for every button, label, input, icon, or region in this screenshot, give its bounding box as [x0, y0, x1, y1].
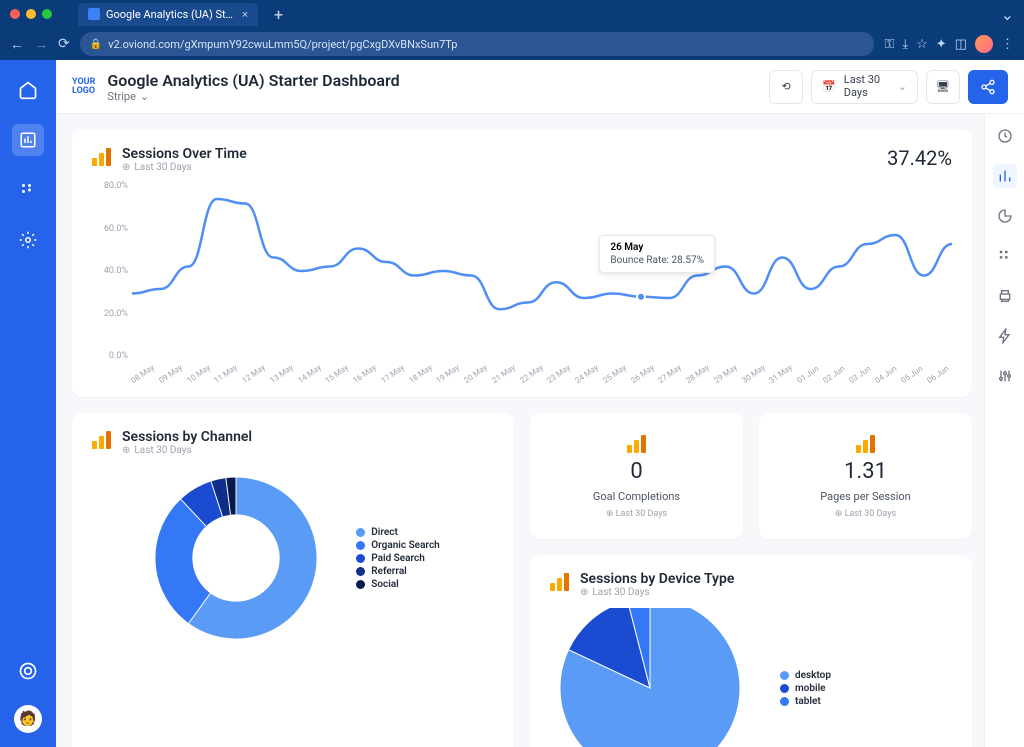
browser-navbar: ← → ⟳ 🔒 v2.oviond.com/gXmpumY92cwuLmm5Q/… [0, 28, 1024, 60]
brand-logo: YOUR LOGO [72, 78, 95, 96]
sliders-icon[interactable] [993, 364, 1017, 388]
widgets-icon[interactable] [12, 174, 44, 206]
display-button[interactable]: 🖥 [926, 70, 960, 104]
chart-legend: desktop mobile tablet [780, 668, 831, 709]
legend-item[interactable]: Paid Search [356, 553, 440, 564]
browser-titlebar: Google Analytics (UA) Starter × + ⌄ [0, 0, 1024, 28]
sessions-over-time-card: Sessions Over Time ⊕ Last 30 Days 37.42%… [72, 130, 972, 397]
google-analytics-icon [627, 433, 647, 453]
stat-sub: ⊕ Last 30 Days [606, 509, 667, 519]
browser-tab[interactable]: Google Analytics (UA) Starter × [78, 3, 258, 26]
window-minimize[interactable] [26, 9, 36, 19]
gear-icon[interactable] [12, 224, 44, 256]
legend-item[interactable]: Organic Search [356, 540, 440, 551]
chevron-down-icon: ⌄ [140, 90, 149, 103]
line-chart[interactable]: 0.0%20.0%40.0%60.0%80.0% 26 May Bounce R… [92, 181, 952, 381]
profile-avatar[interactable] [975, 35, 993, 53]
back-icon[interactable]: ← [10, 36, 24, 53]
monitor-icon: 🖥 [936, 80, 950, 93]
menu-icon[interactable]: ⋮ [1001, 37, 1014, 52]
topbar: YOUR LOGO Google Analytics (UA) Starter … [56, 60, 1024, 114]
home-icon[interactable] [12, 74, 44, 106]
help-icon[interactable] [12, 655, 44, 687]
close-icon[interactable]: × [242, 8, 248, 21]
card-title: Sessions by Device Type [580, 571, 734, 587]
star-icon[interactable]: ☆ [916, 37, 928, 52]
share-button[interactable] [968, 70, 1008, 104]
chart-legend: Direct Organic Search Paid Search Referral S… [356, 525, 440, 592]
chevron-down-icon: ⌄ [898, 80, 907, 93]
sessions-by-device-card: Sessions by Device Type ⊕ Last 30 Days d… [530, 555, 972, 747]
kpi-value: 37.42% [887, 146, 952, 170]
clock-icon[interactable] [993, 124, 1017, 148]
legend-item[interactable]: tablet [780, 696, 831, 707]
window-maximize[interactable] [42, 9, 52, 19]
reload-icon[interactable]: ⟳ [58, 36, 70, 52]
panel-icon[interactable]: ◫ [955, 37, 967, 52]
google-analytics-icon [92, 146, 112, 166]
refresh-icon: ⟲ [781, 80, 790, 93]
dashboard-icon[interactable] [12, 124, 44, 156]
donut-chart[interactable] [146, 468, 326, 648]
user-avatar[interactable]: 🧑 [14, 705, 42, 733]
legend-item[interactable]: Referral [356, 566, 440, 577]
stat-value: 0 [630, 459, 642, 484]
pie-chart[interactable] [550, 608, 750, 747]
stat-label: Goal Completions [593, 490, 680, 503]
url-bar[interactable]: 🔒 v2.oviond.com/gXmpumY92cwuLmm5Q/projec… [80, 32, 875, 56]
stat-value: 1.31 [844, 459, 887, 484]
goal-completions-card: 0 Goal Completions ⊕ Last 30 Days [530, 413, 743, 539]
tab-favicon [88, 8, 100, 20]
extensions-icon[interactable]: ✦ [936, 37, 947, 52]
card-title: Sessions by Channel [122, 429, 252, 445]
lock-icon: 🔒 [90, 39, 102, 50]
page-title: Google Analytics (UA) Starter Dashboard [107, 71, 757, 90]
new-tab-button[interactable]: + [274, 5, 283, 24]
bolt-icon[interactable] [993, 324, 1017, 348]
left-sidebar: 🧑 [0, 60, 56, 747]
stat-label: Pages per Session [820, 490, 911, 503]
right-rail [984, 114, 1024, 747]
google-analytics-icon [550, 571, 570, 591]
pages-per-session-card: 1.31 Pages per Session ⊕ Last 30 Days [759, 413, 972, 539]
stat-sub: ⊕ Last 30 Days [835, 509, 896, 519]
card-subtitle: ⊕ Last 30 Days [580, 587, 734, 598]
legend-item[interactable]: Social [356, 579, 440, 590]
forward-icon[interactable]: → [34, 36, 48, 53]
google-analytics-icon [856, 433, 876, 453]
refresh-button[interactable]: ⟲ [769, 70, 803, 104]
google-analytics-icon [92, 429, 112, 449]
chart-tooltip: 26 May Bounce Rate: 28.57% [599, 235, 715, 273]
window-close[interactable] [10, 9, 20, 19]
card-subtitle: ⊕ Last 30 Days [122, 445, 252, 456]
card-subtitle: ⊕ Last 30 Days [122, 162, 247, 173]
date-range-picker[interactable]: 📅 Last 30 Days ⌄ [811, 70, 918, 104]
pie-chart-icon[interactable] [993, 204, 1017, 228]
install-icon[interactable]: ⤓ [902, 37, 908, 52]
chevron-down-icon[interactable]: ⌄ [1001, 5, 1014, 24]
project-selector[interactable]: Stripe ⌄ [107, 90, 757, 103]
grid-icon[interactable] [993, 244, 1017, 268]
legend-item[interactable]: Direct [356, 527, 440, 538]
sessions-by-channel-card: Sessions by Channel ⊕ Last 30 Days Direc… [72, 413, 514, 747]
card-title: Sessions Over Time [122, 146, 247, 162]
bar-chart-icon[interactable] [993, 164, 1017, 188]
url-text: v2.oviond.com/gXmpumY92cwuLmm5Q/project/… [108, 38, 457, 51]
key-icon[interactable]: ⚿ [884, 37, 894, 52]
tab-title: Google Analytics (UA) Starter [106, 8, 236, 21]
legend-item[interactable]: desktop [780, 670, 831, 681]
printer-icon[interactable] [993, 284, 1017, 308]
legend-item[interactable]: mobile [780, 683, 831, 694]
calendar-icon: 📅 [822, 80, 836, 93]
